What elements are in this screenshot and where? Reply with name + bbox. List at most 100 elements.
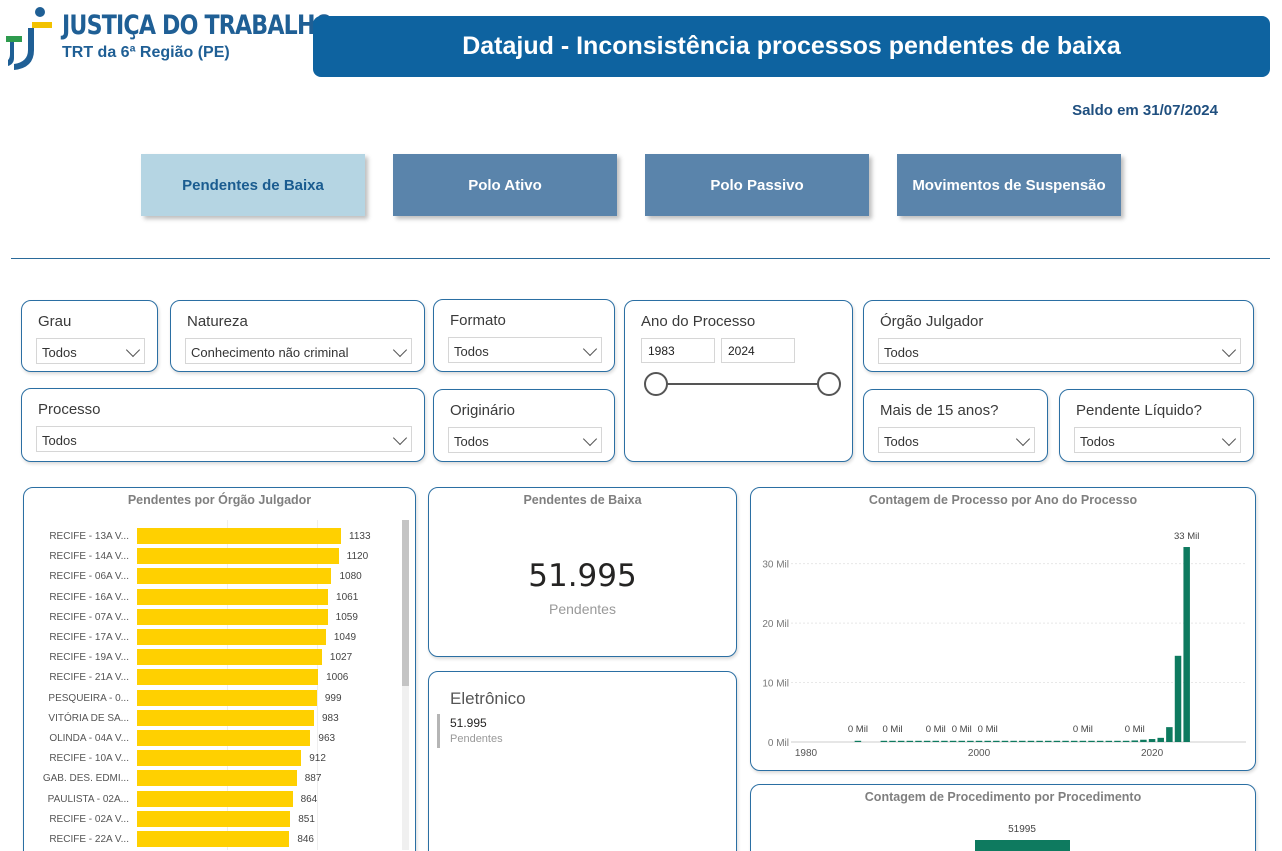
year-slider-handle-end[interactable] bbox=[817, 372, 841, 396]
bar-value-label: 1133 bbox=[349, 531, 371, 542]
slicer-title: Processo bbox=[38, 401, 101, 418]
year-slider-handle-start[interactable] bbox=[644, 372, 668, 396]
orgao-dropdown[interactable]: Todos bbox=[878, 338, 1241, 364]
bar[interactable] bbox=[137, 588, 329, 605]
chart-ano-processo: Contagem de Processo por Ano do Processo… bbox=[750, 487, 1256, 771]
bar-row[interactable]: RECIFE - 16A V... 1061 bbox=[24, 588, 404, 607]
year-bar bbox=[915, 740, 922, 742]
bar-category-label: PAULISTA - 02A... bbox=[47, 793, 129, 805]
y-tick-label: 0 Mil bbox=[768, 738, 789, 749]
slicer-title: Grau bbox=[38, 313, 72, 330]
originario-dropdown[interactable]: Todos bbox=[448, 427, 602, 453]
bar[interactable] bbox=[137, 810, 291, 827]
kpi-value: 51.995 bbox=[528, 558, 637, 594]
processo-dropdown[interactable]: Todos bbox=[36, 426, 412, 452]
slicer-formato: Formato Todos bbox=[433, 299, 615, 372]
accent-bar bbox=[437, 714, 440, 748]
bar[interactable] bbox=[137, 528, 341, 544]
year-bar bbox=[1148, 739, 1156, 742]
slicer-title: Pendente Líquido? bbox=[1076, 402, 1202, 419]
tab-pendentes-de-baixa[interactable]: Pendentes de Baixa bbox=[141, 154, 365, 216]
procedimento-bar[interactable] bbox=[975, 840, 1070, 851]
bar[interactable] bbox=[137, 790, 293, 807]
bar[interactable] bbox=[137, 730, 311, 746]
bar-row[interactable]: PESQUEIRA - 0... 999 bbox=[24, 689, 404, 708]
bar-value-label: 1080 bbox=[339, 571, 362, 583]
bar-value-label: 912 bbox=[309, 753, 326, 765]
bar-category-label: GAB. DES. EDMI... bbox=[42, 773, 129, 785]
dropdown-value: Todos bbox=[42, 345, 77, 360]
kpi-card: Pendentes de Baixa 51.995 Pendentes bbox=[428, 487, 737, 657]
year-bar bbox=[1079, 740, 1087, 742]
bar-row[interactable]: RECIFE - 02A V... 851 bbox=[24, 810, 404, 829]
title-banner: Datajud - Inconsistência processos pende… bbox=[313, 16, 1270, 77]
tab-polo-passivo[interactable]: Polo Passivo bbox=[645, 154, 869, 216]
year-bar bbox=[1019, 740, 1026, 742]
bar-row[interactable]: RECIFE - 07A V... 1059 bbox=[24, 608, 404, 627]
y-tick-label: 20 Mil bbox=[762, 619, 789, 630]
year-bar bbox=[1096, 740, 1104, 742]
bar[interactable] bbox=[137, 548, 339, 565]
bar[interactable] bbox=[137, 669, 319, 686]
bar-category-label: RECIFE - 19A V... bbox=[49, 652, 129, 664]
bar-value-label: 887 bbox=[304, 773, 322, 785]
divider bbox=[11, 258, 1270, 259]
formato-dropdown[interactable]: Todos bbox=[448, 337, 602, 363]
year-bar bbox=[889, 740, 896, 742]
liquido-dropdown[interactable]: Todos bbox=[1074, 427, 1241, 453]
bar-value-label: 1120 bbox=[346, 551, 369, 563]
bar[interactable] bbox=[137, 689, 317, 706]
x-tick-label: 1980 bbox=[795, 748, 818, 759]
bar-row[interactable]: OLINDA - 04A V... 963 bbox=[24, 730, 404, 748]
bar[interactable] bbox=[137, 608, 328, 625]
chart-scroll-thumb[interactable] bbox=[402, 520, 409, 686]
trt6-logo: JUSTIÇA DO TRABALHO TRT da 6ª Região (PE… bbox=[4, 6, 333, 76]
natureza-dropdown[interactable]: Conhecimento não criminal bbox=[185, 338, 412, 364]
slicer-title: Ano do Processo bbox=[641, 313, 756, 330]
year-bar bbox=[1174, 655, 1182, 742]
bar-row[interactable]: RECIFE - 19A V... 1027 bbox=[24, 649, 404, 667]
bar[interactable] bbox=[137, 770, 297, 787]
year-bar bbox=[1114, 740, 1121, 742]
bar-row[interactable]: VITÓRIA DE SA... 983 bbox=[24, 709, 404, 728]
bar-row[interactable]: PAULISTA - 02A... 864 bbox=[24, 790, 404, 809]
bar[interactable] bbox=[137, 709, 314, 726]
bar-row[interactable]: RECIFE - 13A V... 1133 bbox=[24, 528, 404, 546]
year-from-input[interactable]: 1983 bbox=[641, 338, 715, 363]
bar-row[interactable]: RECIFE - 10A V... 912 bbox=[24, 750, 404, 768]
bar-row[interactable]: RECIFE - 06A V... 1080 bbox=[24, 568, 404, 586]
slicer-pendente-liquido: Pendente Líquido? Todos bbox=[1059, 389, 1254, 462]
mais15-dropdown[interactable]: Todos bbox=[878, 427, 1035, 453]
bar-row[interactable]: RECIFE - 21A V... 1006 bbox=[24, 669, 404, 687]
multirow-title: Eletrônico bbox=[450, 689, 526, 708]
bar[interactable] bbox=[137, 649, 322, 666]
chevron-down-icon bbox=[1221, 431, 1237, 447]
bar-value-label: 1061 bbox=[336, 591, 359, 603]
year-to-input[interactable]: 2024 bbox=[721, 338, 795, 363]
multirow-label: Pendentes bbox=[450, 733, 503, 745]
bar-row[interactable]: GAB. DES. EDMI... 887 bbox=[24, 770, 404, 788]
bar-data-label: 0 Mil bbox=[926, 724, 946, 735]
chevron-down-icon bbox=[1015, 431, 1031, 447]
tab-movimentos-suspensao[interactable]: Movimentos de Suspensão bbox=[897, 154, 1121, 216]
bar-data-label: 0 Mil bbox=[952, 724, 972, 735]
procedimento-chart-svg: 51995 bbox=[975, 824, 1070, 851]
year-bar bbox=[941, 740, 948, 742]
bar-row[interactable]: RECIFE - 17A V... 1049 bbox=[24, 629, 404, 647]
bar-category-label: RECIFE - 10A V... bbox=[49, 753, 129, 765]
year-slider-track[interactable] bbox=[656, 383, 829, 385]
bar[interactable] bbox=[137, 629, 326, 645]
chart-title: Pendentes por Órgão Julgador bbox=[127, 493, 312, 507]
year-bar bbox=[1036, 740, 1043, 742]
bar-value-label: 851 bbox=[298, 813, 315, 825]
bar[interactable] bbox=[137, 568, 332, 585]
bar[interactable] bbox=[137, 750, 302, 767]
logo-mark-icon bbox=[6, 7, 52, 70]
grau-dropdown[interactable]: Todos bbox=[36, 338, 145, 364]
bar-row[interactable]: RECIFE - 14A V... 1120 bbox=[24, 548, 404, 566]
bar-row[interactable]: RECIFE - 22A V... 846 bbox=[24, 831, 404, 849]
bar[interactable] bbox=[137, 831, 290, 847]
bar-category-label: VITÓRIA DE SA... bbox=[48, 712, 129, 724]
tab-polo-ativo[interactable]: Polo Ativo bbox=[393, 154, 617, 216]
bar-data-label: 0 Mil bbox=[978, 724, 998, 735]
